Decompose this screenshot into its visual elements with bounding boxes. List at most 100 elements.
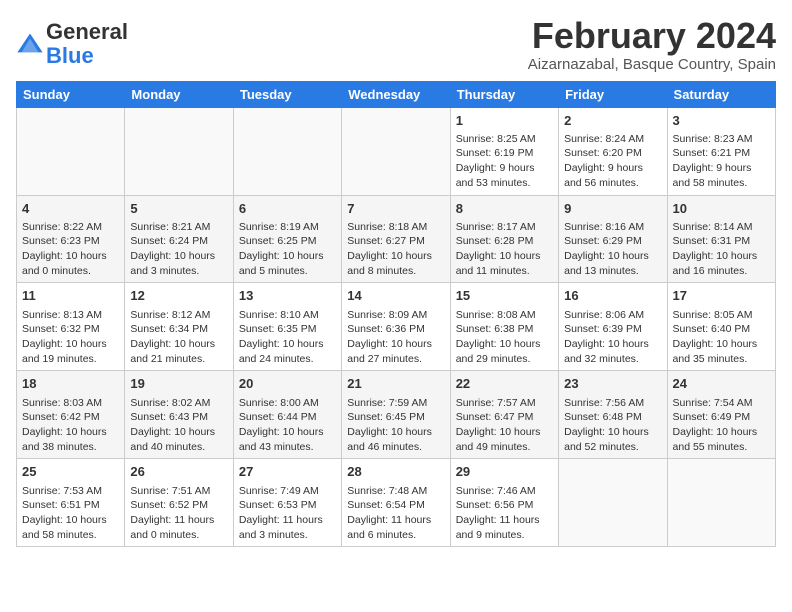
day-cell: 24 Sunrise: 7:54 AMSunset: 6:49 PMDayligh… (667, 371, 775, 459)
weekday-header-thursday: Thursday (450, 81, 558, 107)
day-info: Sunrise: 7:57 AMSunset: 6:47 PMDaylight:… (456, 396, 553, 455)
day-number: 10 (673, 200, 770, 218)
day-cell: 10 Sunrise: 8:14 AMSunset: 6:31 PMDayligh… (667, 195, 775, 283)
day-info: Sunrise: 8:02 AMSunset: 6:43 PMDaylight:… (130, 396, 227, 455)
day-info: Sunrise: 8:17 AMSunset: 6:28 PMDaylight:… (456, 220, 553, 279)
weekday-header-saturday: Saturday (667, 81, 775, 107)
day-info: Sunrise: 8:10 AMSunset: 6:35 PMDaylight:… (239, 308, 336, 367)
day-number: 18 (22, 375, 119, 393)
weekday-header-tuesday: Tuesday (233, 81, 341, 107)
week-row-3: 11 Sunrise: 8:13 AMSunset: 6:32 PMDayligh… (17, 283, 776, 371)
day-number: 5 (130, 200, 227, 218)
day-number: 16 (564, 287, 661, 305)
day-info: Sunrise: 7:48 AMSunset: 6:54 PMDaylight:… (347, 484, 444, 543)
day-cell: 13 Sunrise: 8:10 AMSunset: 6:35 PMDayligh… (233, 283, 341, 371)
day-cell: 28 Sunrise: 7:48 AMSunset: 6:54 PMDayligh… (342, 459, 450, 547)
day-cell: 23Sunrise: 7:56 AMSunset: 6:48 PMDayligh… (559, 371, 667, 459)
day-number: 7 (347, 200, 444, 218)
logo-icon (16, 30, 44, 58)
day-info: Sunrise: 8:21 AMSunset: 6:24 PMDaylight:… (130, 220, 227, 279)
logo-general-text: General (46, 19, 128, 44)
weekday-header-monday: Monday (125, 81, 233, 107)
page-header: General Blue February 2024 Aizarnazabal,… (16, 16, 776, 73)
day-info: Sunrise: 7:46 AMSunset: 6:56 PMDaylight:… (456, 484, 553, 543)
day-cell: 19 Sunrise: 8:02 AMSunset: 6:43 PMDayligh… (125, 371, 233, 459)
weekday-header-friday: Friday (559, 81, 667, 107)
day-number: 23 (564, 375, 661, 393)
day-info: Sunrise: 8:00 AMSunset: 6:44 PMDaylight:… (239, 396, 336, 455)
day-number: 20 (239, 375, 336, 393)
day-info: Sunrise: 7:53 AMSunset: 6:51 PMDaylight:… (22, 484, 119, 543)
day-cell: 5 Sunrise: 8:21 AMSunset: 6:24 PMDaylight… (125, 195, 233, 283)
title-block: February 2024 Aizarnazabal, Basque Count… (528, 16, 776, 73)
day-number: 28 (347, 463, 444, 481)
day-info: Sunrise: 8:06 AMSunset: 6:39 PMDaylight:… (564, 308, 661, 367)
day-cell: 1 Sunrise: 8:25 AMSunset: 6:19 PMDaylight… (450, 107, 558, 195)
week-row-2: 4 Sunrise: 8:22 AMSunset: 6:23 PMDaylight… (17, 195, 776, 283)
day-number: 27 (239, 463, 336, 481)
day-info: Sunrise: 8:12 AMSunset: 6:34 PMDaylight:… (130, 308, 227, 367)
day-cell: 12 Sunrise: 8:12 AMSunset: 6:34 PMDayligh… (125, 283, 233, 371)
day-info: Sunrise: 8:25 AMSunset: 6:19 PMDaylight:… (456, 132, 553, 191)
day-number: 19 (130, 375, 227, 393)
day-number: 25 (22, 463, 119, 481)
day-cell: 17Sunrise: 8:05 AMSunset: 6:40 PMDayligh… (667, 283, 775, 371)
day-number: 3 (673, 112, 770, 130)
day-number: 26 (130, 463, 227, 481)
day-info: Sunrise: 8:08 AMSunset: 6:38 PMDaylight:… (456, 308, 553, 367)
day-number: 8 (456, 200, 553, 218)
day-cell: 26Sunrise: 7:51 AMSunset: 6:52 PMDayligh… (125, 459, 233, 547)
day-cell: 8 Sunrise: 8:17 AMSunset: 6:28 PMDaylight… (450, 195, 558, 283)
weekday-header-row: SundayMondayTuesdayWednesdayThursdayFrid… (17, 81, 776, 107)
day-cell: 15 Sunrise: 8:08 AMSunset: 6:38 PMDayligh… (450, 283, 558, 371)
day-cell: 27Sunrise: 7:49 AMSunset: 6:53 PMDayligh… (233, 459, 341, 547)
week-row-1: 1 Sunrise: 8:25 AMSunset: 6:19 PMDaylight… (17, 107, 776, 195)
day-info: Sunrise: 7:59 AMSunset: 6:45 PMDaylight:… (347, 396, 444, 455)
day-number: 24 (673, 375, 770, 393)
day-cell (17, 107, 125, 195)
logo: General Blue (16, 20, 128, 68)
day-info: Sunrise: 8:19 AMSunset: 6:25 PMDaylight:… (239, 220, 336, 279)
day-cell: 16 Sunrise: 8:06 AMSunset: 6:39 PMDayligh… (559, 283, 667, 371)
day-info: Sunrise: 8:18 AMSunset: 6:27 PMDaylight:… (347, 220, 444, 279)
day-cell: 18 Sunrise: 8:03 AMSunset: 6:42 PMDayligh… (17, 371, 125, 459)
day-number: 1 (456, 112, 553, 130)
day-cell: 9Sunrise: 8:16 AMSunset: 6:29 PMDaylight… (559, 195, 667, 283)
day-cell (559, 459, 667, 547)
day-number: 13 (239, 287, 336, 305)
day-info: Sunrise: 8:13 AMSunset: 6:32 PMDaylight:… (22, 308, 119, 367)
day-number: 22 (456, 375, 553, 393)
week-row-5: 25 Sunrise: 7:53 AMSunset: 6:51 PMDayligh… (17, 459, 776, 547)
day-number: 15 (456, 287, 553, 305)
day-info: Sunrise: 8:22 AMSunset: 6:23 PMDaylight:… (22, 220, 119, 279)
day-number: 12 (130, 287, 227, 305)
day-cell (233, 107, 341, 195)
day-cell: 7 Sunrise: 8:18 AMSunset: 6:27 PMDaylight… (342, 195, 450, 283)
day-info: Sunrise: 8:14 AMSunset: 6:31 PMDaylight:… (673, 220, 770, 279)
month-title: February 2024 (528, 16, 776, 56)
weekday-header-wednesday: Wednesday (342, 81, 450, 107)
day-number: 14 (347, 287, 444, 305)
day-cell: 14Sunrise: 8:09 AMSunset: 6:36 PMDayligh… (342, 283, 450, 371)
day-info: Sunrise: 8:24 AMSunset: 6:20 PMDaylight:… (564, 132, 661, 191)
day-number: 21 (347, 375, 444, 393)
day-number: 2 (564, 112, 661, 130)
week-row-4: 18 Sunrise: 8:03 AMSunset: 6:42 PMDayligh… (17, 371, 776, 459)
day-cell: 2 Sunrise: 8:24 AMSunset: 6:20 PMDaylight… (559, 107, 667, 195)
day-info: Sunrise: 8:03 AMSunset: 6:42 PMDaylight:… (22, 396, 119, 455)
day-cell: 21 Sunrise: 7:59 AMSunset: 6:45 PMDayligh… (342, 371, 450, 459)
day-cell: 6Sunrise: 8:19 AMSunset: 6:25 PMDaylight… (233, 195, 341, 283)
weekday-header-sunday: Sunday (17, 81, 125, 107)
day-number: 4 (22, 200, 119, 218)
day-cell: 3 Sunrise: 8:23 AMSunset: 6:21 PMDaylight… (667, 107, 775, 195)
day-number: 11 (22, 287, 119, 305)
day-cell: 11 Sunrise: 8:13 AMSunset: 6:32 PMDayligh… (17, 283, 125, 371)
day-cell: 29Sunrise: 7:46 AMSunset: 6:56 PMDayligh… (450, 459, 558, 547)
day-info: Sunrise: 8:16 AMSunset: 6:29 PMDaylight:… (564, 220, 661, 279)
day-cell: 22 Sunrise: 7:57 AMSunset: 6:47 PMDayligh… (450, 371, 558, 459)
day-info: Sunrise: 8:23 AMSunset: 6:21 PMDaylight:… (673, 132, 770, 191)
calendar-table: SundayMondayTuesdayWednesdayThursdayFrid… (16, 81, 776, 548)
day-number: 17 (673, 287, 770, 305)
day-info: Sunrise: 7:54 AMSunset: 6:49 PMDaylight:… (673, 396, 770, 455)
subtitle: Aizarnazabal, Basque Country, Spain (528, 56, 776, 73)
